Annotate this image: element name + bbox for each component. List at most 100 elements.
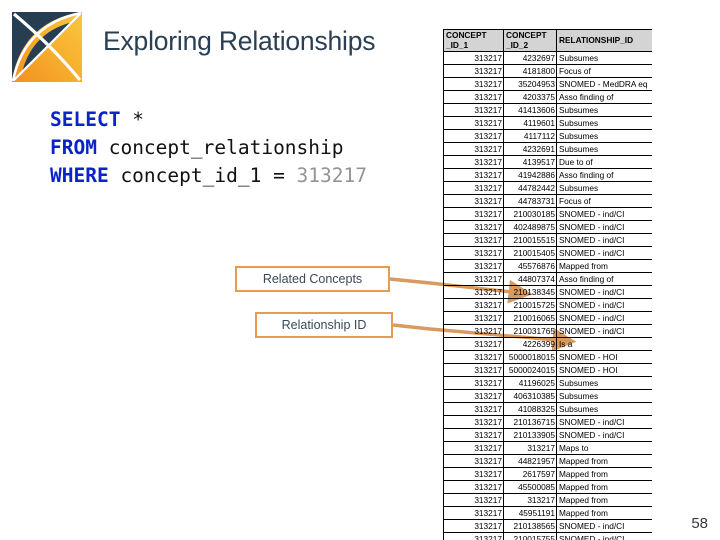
cell-concept-id-1: 313217 — [443, 519, 504, 534]
cell-concept-id-2: 210015755 — [503, 532, 557, 540]
cell-relationship-id: Subsumes — [556, 116, 652, 131]
cell-concept-id-1: 313217 — [443, 363, 504, 378]
sql-line-select: SELECT * — [50, 106, 367, 134]
column-header-concept-id-2: CONCEPT _ID_2 — [503, 29, 557, 53]
table-row: 313217 210138565 SNOMED - ind/CI — [443, 519, 652, 534]
cell-concept-id-2: 313217 — [503, 441, 557, 456]
cell-relationship-id: Asso finding of — [556, 272, 652, 287]
cell-relationship-id: Mapped from — [556, 259, 652, 274]
cell-relationship-id: SNOMED - ind/CI — [556, 246, 652, 261]
cell-concept-id-2: 210030185 — [503, 207, 557, 222]
column-header-relationship-id: RELATIONSHIP_ID — [556, 29, 652, 53]
cell-concept-id-1: 313217 — [443, 428, 504, 443]
cell-concept-id-1: 313217 — [443, 350, 504, 365]
cell-concept-id-1: 313217 — [443, 467, 504, 482]
cell-concept-id-2: 5000018015 — [503, 350, 557, 365]
cell-concept-id-2: 210133905 — [503, 428, 557, 443]
sql-keyword-from: FROM — [50, 136, 97, 159]
cell-concept-id-2: 210015515 — [503, 233, 557, 248]
table-row: 313217 402489875 SNOMED - ind/CI — [443, 220, 652, 235]
cell-relationship-id: SNOMED - ind/CI — [556, 207, 652, 222]
cell-relationship-id: SNOMED - ind/CI — [556, 220, 652, 235]
cell-concept-id-2: 35204953 — [503, 77, 557, 92]
cell-concept-id-2: 45576876 — [503, 259, 557, 274]
cell-concept-id-2: 4117112 — [503, 129, 557, 144]
results-grid: CONCEPT _ID_1 CONCEPT _ID_2 RELATIONSHIP… — [443, 29, 652, 540]
table-row: 313217 45500085 Mapped from — [443, 480, 652, 495]
cell-concept-id-2: 44821957 — [503, 454, 557, 469]
sql-keyword-select: SELECT — [50, 108, 121, 131]
cell-concept-id-1: 313217 — [443, 51, 504, 66]
cell-concept-id-1: 313217 — [443, 480, 504, 495]
cell-concept-id-1: 313217 — [443, 337, 504, 352]
cell-concept-id-2: 406310385 — [503, 389, 557, 404]
table-row: 313217 210133905 SNOMED - ind/CI — [443, 428, 652, 443]
cell-relationship-id: SNOMED - ind/CI — [556, 519, 652, 534]
table-row: 313217 41196025 Subsumes — [443, 376, 652, 391]
cell-concept-id-2: 4119601 — [503, 116, 557, 131]
table-row: 313217 45951191 Mapped from — [443, 506, 652, 521]
cell-concept-id-1: 313217 — [443, 77, 504, 92]
page-title: Exploring Relationships — [103, 26, 376, 56]
callout-relationship-id: Relationship ID — [255, 312, 393, 338]
cell-concept-id-1: 313217 — [443, 194, 504, 209]
cell-relationship-id: Asso finding of — [556, 168, 652, 183]
callout-related-concepts-label: Related Concepts — [262, 272, 363, 286]
cell-concept-id-2: 313217 — [503, 493, 557, 508]
cell-relationship-id: Mapped from — [556, 480, 652, 495]
cell-concept-id-1: 313217 — [443, 233, 504, 248]
table-row: 313217 4232697 Subsumes — [443, 51, 652, 66]
cell-concept-id-2: 44807374 — [503, 272, 557, 287]
cell-concept-id-1: 313217 — [443, 64, 504, 79]
table-row: 313217 4119601 Subsumes — [443, 116, 652, 131]
cell-concept-id-2: 210015725 — [503, 298, 557, 313]
table-row: 313217 5000024015 SNOMED - HOI — [443, 363, 652, 378]
cell-relationship-id: Subsumes — [556, 103, 652, 118]
cell-concept-id-2: 210138345 — [503, 285, 557, 300]
table-row: 313217 5000018015 SNOMED - HOI — [443, 350, 652, 365]
cell-relationship-id: SNOMED - ind/CI — [556, 324, 652, 339]
cell-concept-id-2: 41413606 — [503, 103, 557, 118]
cell-relationship-id: Mapped from — [556, 506, 652, 521]
table-row: 313217 210015755 SNOMED - ind/CI — [443, 532, 652, 540]
cell-relationship-id: Maps to — [556, 441, 652, 456]
cell-relationship-id: SNOMED - ind/CI — [556, 298, 652, 313]
table-row: 313217 4139517 Due to of — [443, 155, 652, 170]
table-row: 313217 406310385 Subsumes — [443, 389, 652, 404]
cell-relationship-id: Subsumes — [556, 376, 652, 391]
cell-concept-id-1: 313217 — [443, 389, 504, 404]
table-row: 313217 210138345 SNOMED - ind/CI — [443, 285, 652, 300]
cell-concept-id-1: 313217 — [443, 181, 504, 196]
cell-relationship-id: Mapped from — [556, 493, 652, 508]
cell-concept-id-2: 210138565 — [503, 519, 557, 534]
cell-relationship-id: Subsumes — [556, 51, 652, 66]
callout-related-concepts: Related Concepts — [235, 266, 390, 292]
cell-concept-id-1: 313217 — [443, 259, 504, 274]
table-row: 313217 210015405 SNOMED - ind/CI — [443, 246, 652, 261]
cell-relationship-id: SNOMED - ind/CI — [556, 233, 652, 248]
sql-where-predicate: concept_id_1 = — [108, 164, 297, 187]
cell-relationship-id: Asso finding of — [556, 90, 652, 105]
column-header-concept-id-1: CONCEPT _ID_1 — [443, 29, 504, 53]
cell-concept-id-2: 210031765 — [503, 324, 557, 339]
cell-concept-id-1: 313217 — [443, 493, 504, 508]
cell-concept-id-1: 313217 — [443, 168, 504, 183]
slide-number: 58 — [691, 515, 708, 532]
cell-relationship-id: Due to of — [556, 155, 652, 170]
cell-concept-id-1: 313217 — [443, 116, 504, 131]
table-row: 313217 45576876 Mapped from — [443, 259, 652, 274]
slide-canvas: Exploring Relationships SELECT * FROM con… — [0, 0, 720, 540]
cell-concept-id-2: 210015405 — [503, 246, 557, 261]
cell-concept-id-1: 313217 — [443, 155, 504, 170]
table-row: 313217 41088325 Subsumes — [443, 402, 652, 417]
table-row: 313217 313217 Mapped from — [443, 493, 652, 508]
sql-query-block: SELECT * FROM concept_relationship WHERE c… — [50, 106, 367, 190]
cell-concept-id-1: 313217 — [443, 90, 504, 105]
cell-concept-id-1: 313217 — [443, 207, 504, 222]
cell-concept-id-1: 313217 — [443, 272, 504, 287]
cell-concept-id-1: 313217 — [443, 506, 504, 521]
table-row: 313217 4117112 Subsumes — [443, 129, 652, 144]
table-row: 313217 4226399 Is a — [443, 337, 652, 352]
cell-relationship-id: SNOMED - HOI — [556, 350, 652, 365]
table-row: 313217 2617597 Mapped from — [443, 467, 652, 482]
